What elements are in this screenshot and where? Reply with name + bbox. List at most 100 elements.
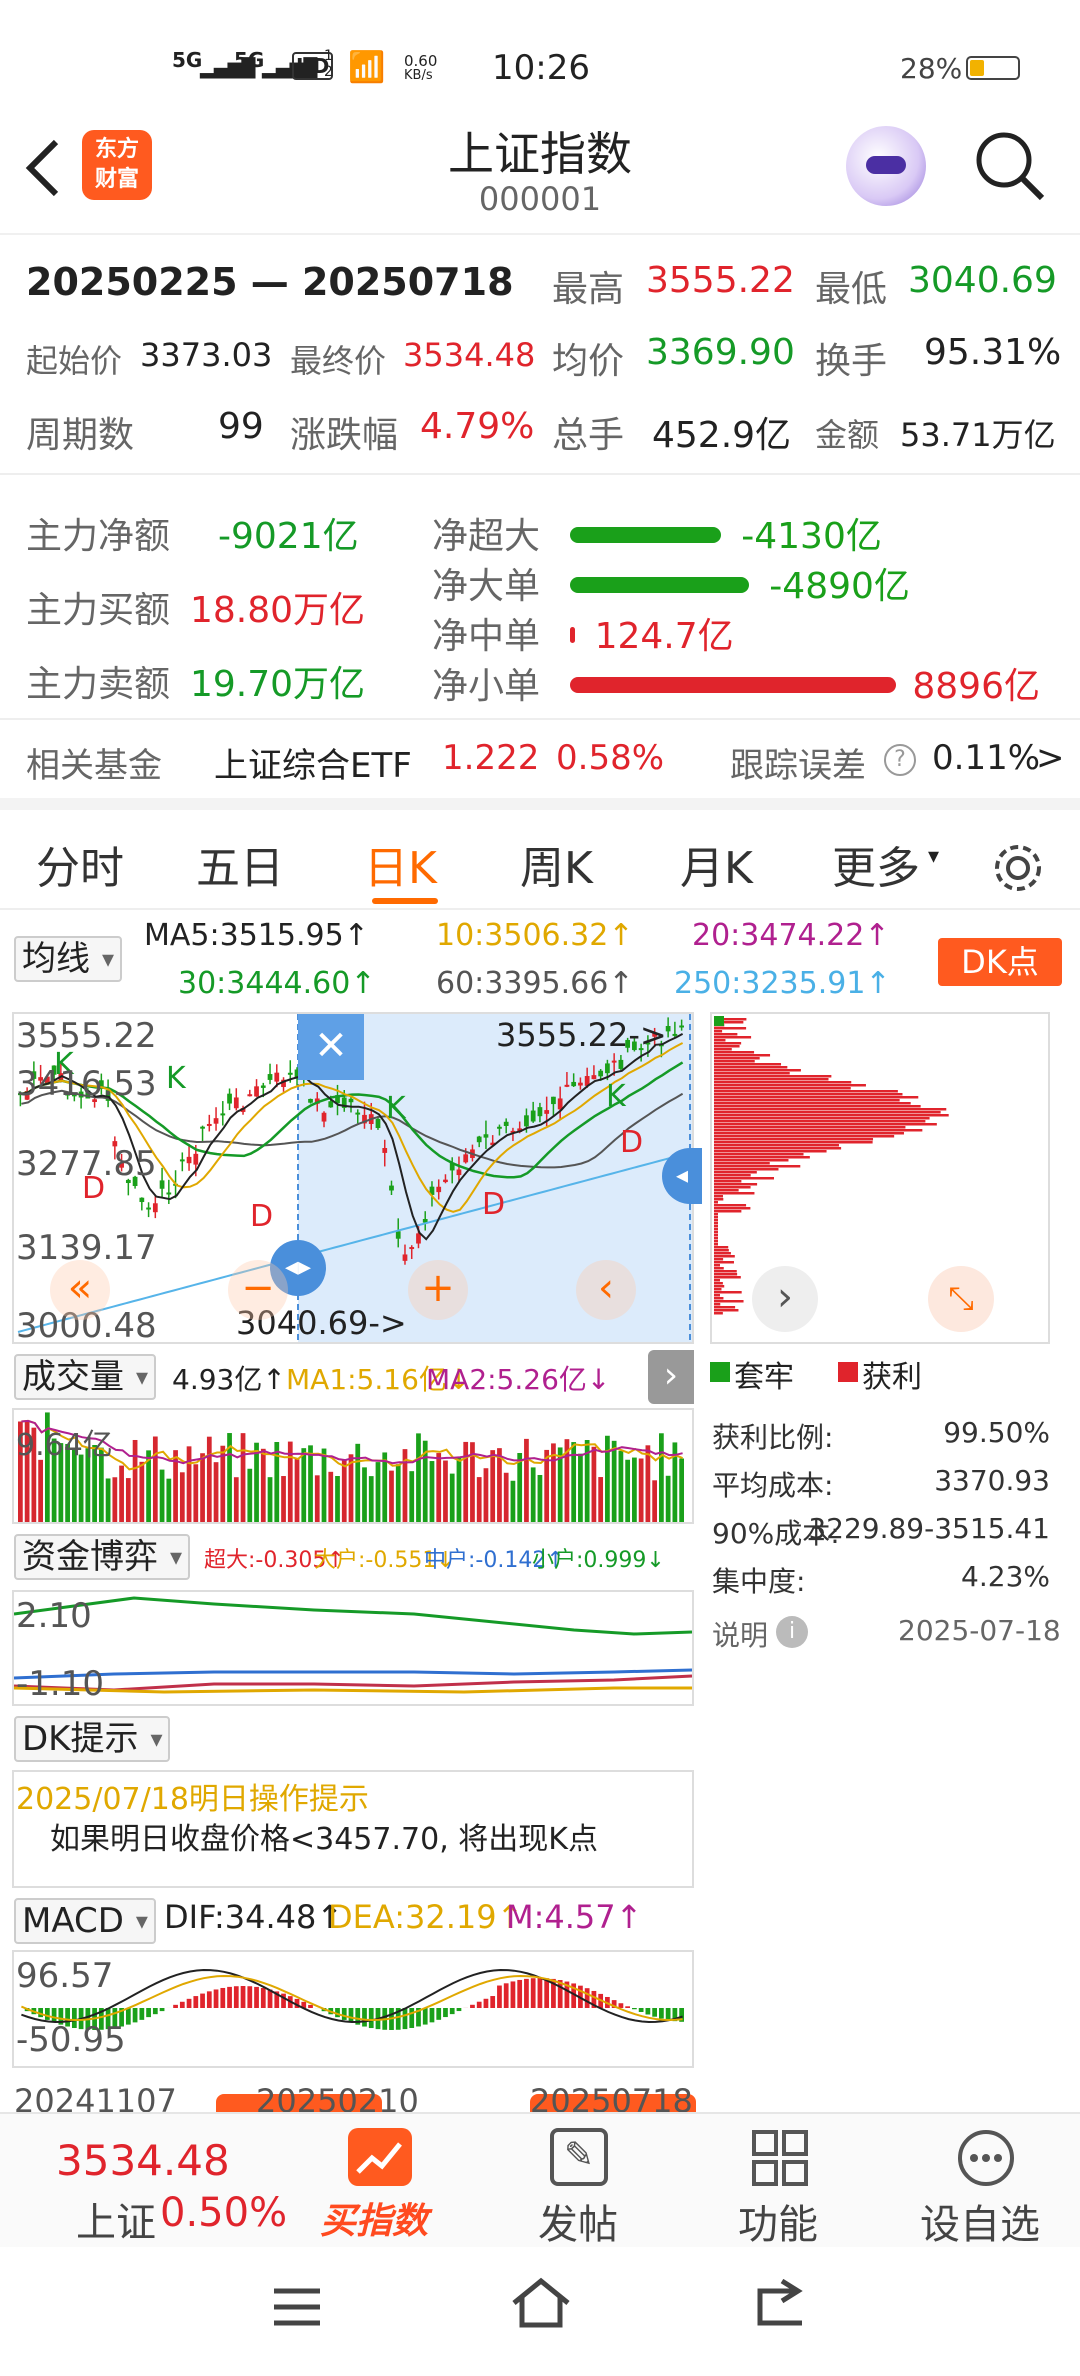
volume-bar [591,1446,597,1522]
volume-bar [618,1450,624,1522]
amount-label: 金额 [815,416,880,454]
help-icon[interactable]: ? [884,744,916,776]
related-fund-row[interactable]: 相关基金 上证综合ETF 1.222 0.58% 跟踪误差 ? 0.11% > [0,720,1080,810]
volume-bar [429,1461,435,1522]
dk-point-button[interactable]: DK点 [938,938,1062,986]
chip-bar [714,1156,810,1159]
buy-index-button[interactable]: 买指数 [296,2114,476,2249]
volume-bar [436,1453,442,1522]
dk-tip-date: 2025/07/18明日操作提示 [16,1782,369,1817]
macd-bar [402,2008,408,2030]
volume-bar [355,1443,361,1522]
ma20-value: 20:3474.22↑ [692,918,890,953]
kline-chart[interactable]: K K K K D D D D 3555.22 3416.53 3277.85 … [12,1012,702,1346]
fund-price: 1.222 [442,738,540,778]
macd-bar [625,2006,631,2008]
settings-gear-icon[interactable] [990,840,1046,896]
profit-legend-swatch [838,1362,858,1382]
wifi-icon: 📶 [348,50,386,85]
macd-bar [632,2008,637,2010]
close-selection-icon[interactable]: ✕ [298,1014,364,1080]
search-icon[interactable] [972,128,1048,204]
volume-bar [665,1475,671,1522]
macd-bar [173,2004,178,2008]
volume-bar [240,1433,246,1522]
chip-bar [714,1063,782,1066]
menu-icon[interactable] [272,2287,322,2327]
chip-stat-value: 4.23% [961,1560,1050,1593]
d-marker: D [482,1187,505,1222]
sell-label: 主力卖额 [26,664,171,705]
home-icon[interactable] [510,2277,572,2329]
macd-bar [449,2008,455,2015]
avg-label: 均价 [552,341,625,382]
dk-tip-selector[interactable]: DK提示 [14,1716,171,1762]
volume-bar [274,1442,280,1522]
volume-bar [510,1480,516,1522]
macd-bar [186,1998,192,2008]
volume-selector[interactable]: 成交量 [14,1354,156,1400]
flow-row-label: 净中单 [432,616,541,657]
zoom-out-icon[interactable]: − [228,1260,288,1320]
volume-bar [321,1448,327,1522]
chip-bar [714,1111,941,1114]
chip-bar [714,1057,760,1060]
ma-selector[interactable]: 均线 [14,936,122,982]
expand-side-panel-icon[interactable]: › [648,1350,694,1404]
info-icon[interactable]: i [776,1616,808,1648]
chip-bar [714,1093,903,1096]
volume-bar [166,1478,172,1522]
tab-daily-k[interactable]: 日K [364,832,437,896]
trend-chart-icon [348,2128,412,2186]
tab-five-day[interactable]: 五日 [196,832,284,896]
chip-bar [714,1165,801,1168]
scroll-left-fast-icon[interactable]: « [50,1260,110,1320]
macd-bar [443,2008,448,2018]
functions-button[interactable]: 功能 [720,2114,840,2249]
volume-y-label: 9.64亿 [16,1428,113,1463]
volume-bar [409,1471,415,1522]
macd-bar [260,1988,266,2008]
macd-bar [125,2008,131,2025]
end-value: 3534.48 [403,336,536,374]
chip-bar [714,1276,741,1279]
chip-bar [714,1027,747,1030]
tab-monthly-k[interactable]: 月K [680,832,753,896]
volume-bar [112,1477,118,1522]
volume-bar [382,1452,388,1522]
tab-more[interactable]: 更多 [832,832,920,896]
volume-bar [449,1473,455,1522]
volume-bar [314,1475,320,1522]
profit-legend-label: 获利 [862,1360,922,1395]
chip-bar [714,1240,718,1243]
add-watchlist-button[interactable]: 设自选 [910,2114,1060,2249]
chip-bar [714,1228,718,1231]
post-button[interactable]: ✎ 发帖 [520,2114,640,2249]
fund-pct: 0.58% [556,738,665,778]
chip-bar [714,1051,755,1054]
turnover-value: 95.31% [924,332,1062,373]
macd-selector[interactable]: MACD [14,1898,156,1944]
capital-selector[interactable]: 资金博弈 [14,1534,190,1580]
zoom-in-icon[interactable]: + [408,1260,468,1320]
chip-next-icon[interactable]: › [752,1266,818,1332]
chip-bar [714,1159,789,1162]
tab-weekly-k[interactable]: 周K [520,832,593,896]
note-label[interactable]: 说明 [712,1614,768,1654]
flow-row-value: 124.7亿 [594,616,734,657]
robot-assistant-icon[interactable] [846,126,926,206]
scroll-left-icon[interactable]: ‹ [576,1260,636,1320]
ma30-value: 30:3444.60↑ [178,966,376,1001]
chip-bar [714,1141,873,1144]
k-marker: K [606,1079,627,1114]
volume-bar [186,1446,192,1522]
tab-intraday[interactable]: 分时 [36,832,124,896]
back-icon[interactable] [752,2279,808,2327]
chip-bar [714,1090,898,1093]
expand-icon[interactable]: ⤡ [928,1266,994,1332]
trap-legend-label: 套牢 [734,1360,794,1395]
chip-bar [714,1249,729,1252]
volume-bar [139,1461,145,1522]
volume-bar [78,1454,84,1522]
macd-bar [254,1986,259,2008]
